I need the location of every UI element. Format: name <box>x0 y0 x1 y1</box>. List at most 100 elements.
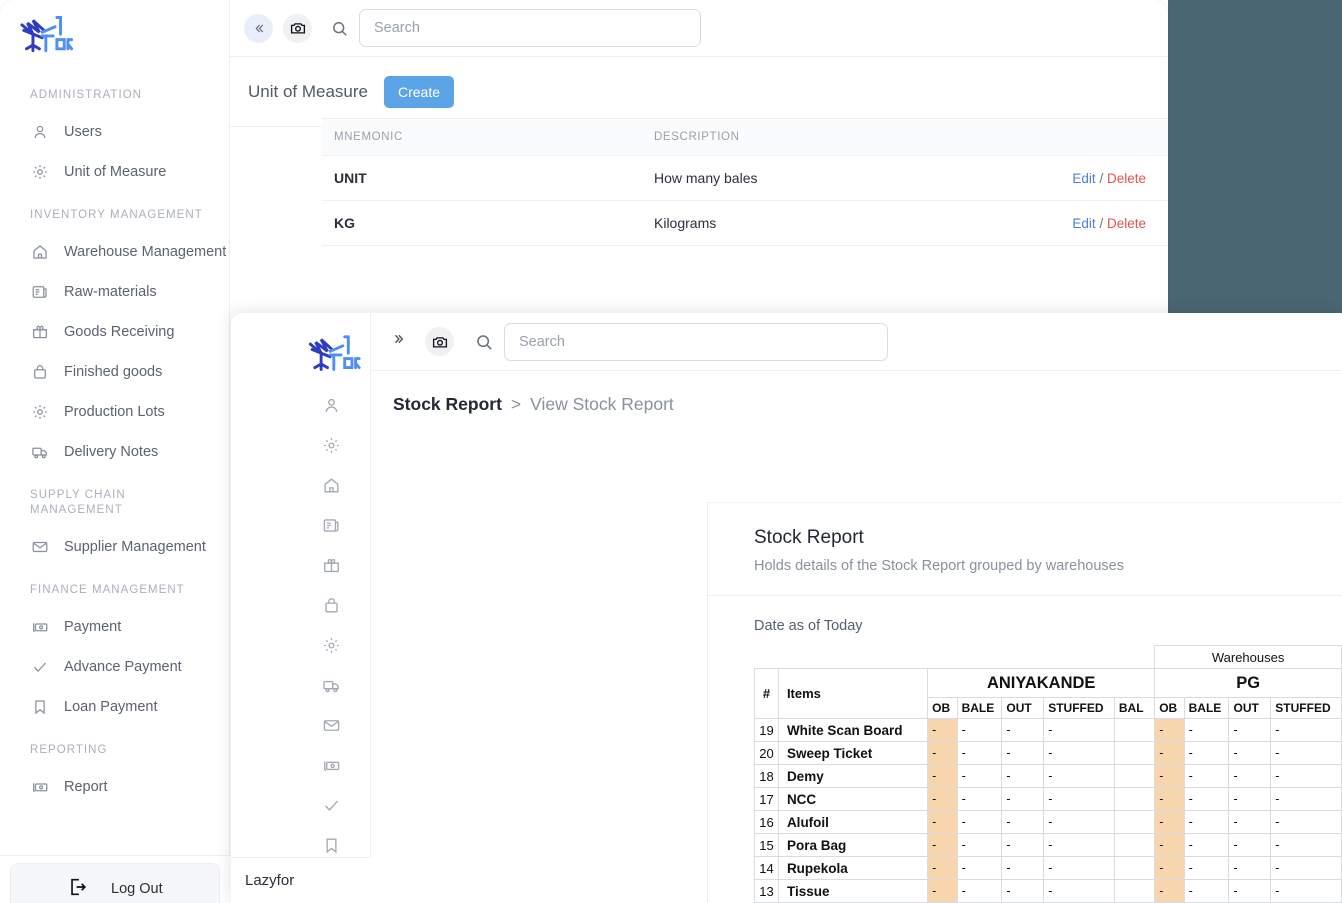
stock-topbar <box>371 313 1342 371</box>
stock-report-content: Stock Report Holds details of the Stock … <box>708 503 1342 903</box>
uom-table-head: MNEMONIC DESCRIPTION <box>322 118 1168 156</box>
column-header-pg-stuffed: STUFFED <box>1270 697 1342 719</box>
sidebar-item-label: Warehouse Management <box>64 244 227 260</box>
cell-aniyakande-bale: - <box>956 787 1003 811</box>
sidebar-section-label: REPORTING <box>30 744 108 756</box>
sidebar-item-label: Raw-materials <box>64 284 157 300</box>
rail-item-users[interactable] <box>231 385 371 425</box>
uom-page-header: Unit of Measure Create <box>230 57 1168 127</box>
column-header-pg-ob: OB <box>1154 697 1185 719</box>
sidebar-item-warehouse-management[interactable]: Warehouse Management <box>0 232 230 272</box>
cell-aniyakande-bale: - <box>956 879 1003 903</box>
cell-pg-out: - <box>1228 741 1272 765</box>
sidebar-item-delivery-notes[interactable]: Delivery Notes <box>0 432 230 472</box>
sidebar-item-label: Users <box>64 124 102 140</box>
rail-item-raw-materials[interactable] <box>231 505 371 545</box>
column-header-aniyakande-bal: BAL <box>1113 697 1156 719</box>
create-button[interactable]: Create <box>384 75 455 108</box>
breadcrumb-current: View Stock Report <box>530 393 674 414</box>
warehouse-header-pg: PG <box>1154 668 1342 698</box>
cell-aniyakande-bal <box>1113 833 1156 857</box>
collapse-sidebar-button[interactable] <box>244 13 273 43</box>
sidebar-item-advance-payment[interactable]: Advance Payment <box>0 647 230 687</box>
cell-pg-bale: - <box>1183 764 1230 788</box>
cell-pg-ob: - <box>1154 810 1185 834</box>
cell-pg-ob: - <box>1154 741 1185 765</box>
stock-report-window: Lazyfor Stock Report > <box>231 313 1342 903</box>
cell-item: Tissue <box>777 879 929 903</box>
cell-aniyakande-ob: - <box>927 833 958 857</box>
sidebar-section-label: SUPPLY CHAIN MANAGEMENT <box>30 489 126 516</box>
edit-link[interactable]: Edit <box>1072 216 1095 231</box>
rail-item-payment[interactable] <box>231 745 371 785</box>
rail-item-finished-goods[interactable] <box>231 585 371 625</box>
gear-icon <box>322 636 341 655</box>
edit-link[interactable]: Edit <box>1072 171 1095 186</box>
table-row: 18 Demy - - - - - - - - <box>754 764 1342 788</box>
table-row: 19 White Scan Board - - - - - - - - <box>754 718 1342 742</box>
sidebar-item-loan-payment[interactable]: Loan Payment <box>0 687 230 727</box>
cell-aniyakande-bal <box>1113 764 1156 788</box>
report-date-label: Date as of Today <box>754 618 863 634</box>
sidebar-item-label: Finished goods <box>64 364 163 380</box>
sidebar-section-label: FINANCE MANAGEMENT <box>30 584 185 596</box>
cell-aniyakande-bale: - <box>956 856 1003 880</box>
money-icon <box>30 618 49 637</box>
expand-sidebar-button[interactable] <box>387 330 413 354</box>
sidebar-item-production-lots[interactable]: Production Lots <box>0 392 230 432</box>
sidebar-item-goods-receiving[interactable]: Goods Receiving <box>0 312 230 352</box>
column-header-aniyakande-bale: BALE <box>956 697 1003 719</box>
sidebar-item-finished-goods[interactable]: Finished goods <box>0 352 230 392</box>
rail-item-delivery-notes[interactable] <box>231 665 371 705</box>
cell-item: Sweep Ticket <box>777 741 929 765</box>
search-input[interactable] <box>504 322 888 361</box>
rail-item-warehouse-management[interactable] <box>231 465 371 505</box>
breadcrumb: Stock Report > View Stock Report <box>371 371 1342 437</box>
sidebar-item-supplier-management[interactable]: Supplier Management <box>0 527 230 567</box>
news-icon <box>30 283 49 302</box>
cell-pg-stuffed: - <box>1270 879 1342 903</box>
divider <box>708 595 1342 596</box>
check-icon <box>322 796 341 815</box>
search-input[interactable] <box>359 9 701 47</box>
rail-item-production-lots[interactable] <box>231 625 371 665</box>
cell-aniyakande-bal <box>1113 856 1156 880</box>
rail-item-supplier-management[interactable] <box>231 705 371 745</box>
sidebar-item-unit-of-measure[interactable]: Unit of Measure <box>0 152 230 192</box>
delete-link[interactable]: Delete <box>1107 171 1146 186</box>
rail-item-unit-of-measure[interactable] <box>231 425 371 465</box>
camera-button[interactable] <box>283 13 312 43</box>
breadcrumb-parent[interactable]: Stock Report <box>393 394 502 415</box>
sidebar-item-label: Report <box>64 779 108 795</box>
logout-icon <box>67 876 89 902</box>
sidebar-item-report[interactable]: Report <box>0 767 230 807</box>
cell-aniyakande-bale: - <box>956 810 1003 834</box>
column-header-aniyakande-ob: OB <box>927 697 958 719</box>
cell-aniyakande-bale: - <box>956 764 1003 788</box>
cell-index: 16 <box>754 810 779 834</box>
cell-index: 15 <box>754 833 779 857</box>
camera-button[interactable] <box>425 327 454 356</box>
cell-pg-out: - <box>1228 764 1272 788</box>
rail-item-advance-payment[interactable] <box>231 785 371 825</box>
page-title: Unit of Measure <box>248 81 368 101</box>
sidebar-item-raw-materials[interactable]: Raw-materials <box>0 272 230 312</box>
delete-link[interactable]: Delete <box>1107 216 1146 231</box>
app-logo <box>14 12 74 58</box>
column-header-pg-out: OUT <box>1228 697 1272 719</box>
cell-aniyakande-stuffed: - <box>1043 718 1115 742</box>
rail-item-goods-receiving[interactable] <box>231 545 371 585</box>
cell-item: Demy <box>777 764 929 788</box>
stock-report-table: Warehouses # Items ANIYAKANDE PG OB BALE <box>754 645 1342 903</box>
sidebar-item-users[interactable]: Users <box>0 112 230 152</box>
logout-button[interactable]: Log Out <box>10 863 220 903</box>
action-separator: / <box>1099 215 1104 231</box>
bag-icon <box>322 596 341 615</box>
cell-aniyakande-out: - <box>1001 810 1045 834</box>
sidebar-item-payment[interactable]: Payment <box>0 607 230 647</box>
cell-aniyakande-stuffed: - <box>1043 879 1115 903</box>
sidebar-item-label: Production Lots <box>64 404 165 420</box>
stock-search-group <box>474 322 888 361</box>
app-logo <box>303 331 361 377</box>
stock-table-head: Warehouses # Items ANIYAKANDE PG OB BALE <box>754 645 1342 719</box>
